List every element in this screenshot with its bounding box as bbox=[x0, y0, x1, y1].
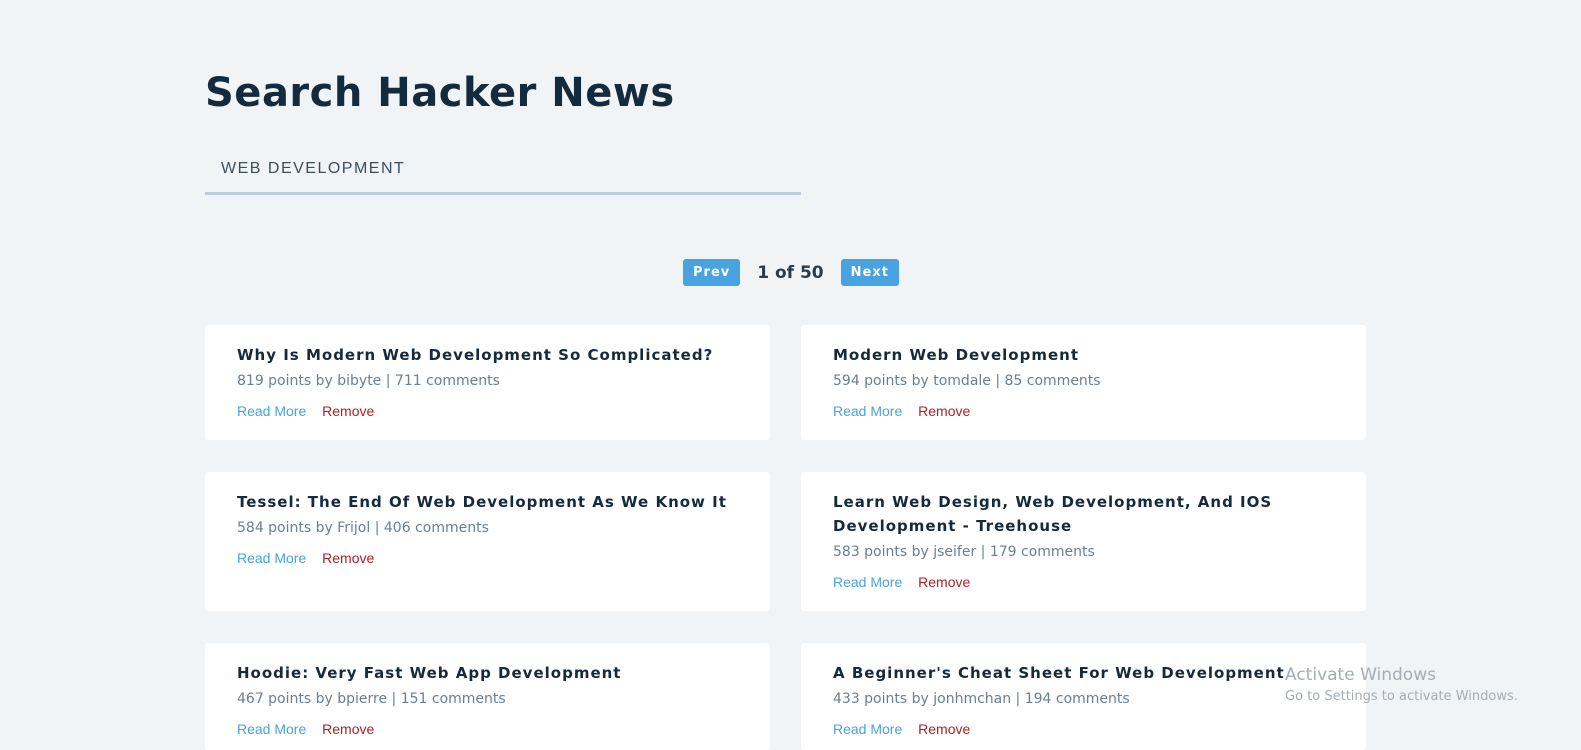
pagination: Prev 1 of 50 Next bbox=[683, 259, 899, 286]
story-title: Hoodie: Very Fast Web App Development bbox=[237, 664, 622, 682]
story-actions: Read More Remove bbox=[237, 550, 738, 566]
story-title: Tessel: The End Of Web Development As We… bbox=[237, 493, 727, 511]
watermark-subtitle: Go to Settings to activate Windows. bbox=[1285, 689, 1518, 704]
prev-button[interactable]: Prev bbox=[683, 259, 741, 286]
watermark-title: Activate Windows bbox=[1285, 665, 1436, 685]
story-meta: 594 points by tomdale | 85 comments bbox=[833, 373, 1101, 389]
story-meta: 584 points by Frijol | 406 comments bbox=[237, 520, 489, 536]
remove-button[interactable]: Remove bbox=[918, 721, 970, 737]
story-title: Learn Web Design, Web Development, And I… bbox=[833, 493, 1273, 535]
read-more-link[interactable]: Read More bbox=[833, 574, 902, 590]
remove-button[interactable]: Remove bbox=[918, 574, 970, 590]
story-title: A Beginner's Cheat Sheet For Web Develop… bbox=[833, 664, 1285, 682]
remove-button[interactable]: Remove bbox=[918, 403, 970, 419]
story-title: Modern Web Development bbox=[833, 346, 1079, 364]
story-meta: 433 points by jonhmchan | 194 comments bbox=[833, 691, 1130, 707]
story-actions: Read More Remove bbox=[833, 574, 1334, 590]
story-meta: 583 points by jseifer | 179 comments bbox=[833, 544, 1095, 560]
remove-button[interactable]: Remove bbox=[322, 721, 374, 737]
story-card: A Beginner's Cheat Sheet For Web Develop… bbox=[801, 643, 1366, 750]
story-card: Modern Web Development 594 points by tom… bbox=[801, 325, 1366, 440]
app-root: Search Hacker News Prev 1 of 50 Next Why… bbox=[0, 0, 1581, 750]
story-meta: 467 points by bpierre | 151 comments bbox=[237, 691, 506, 707]
next-button[interactable]: Next bbox=[840, 259, 899, 286]
story-actions: Read More Remove bbox=[833, 721, 1334, 737]
story-meta: 819 points by bibyte | 711 comments bbox=[237, 373, 500, 389]
read-more-link[interactable]: Read More bbox=[833, 721, 902, 737]
read-more-link[interactable]: Read More bbox=[237, 403, 306, 419]
story-title: Why Is Modern Web Development So Complic… bbox=[237, 346, 714, 364]
story-card: Tessel: The End Of Web Development As We… bbox=[205, 472, 770, 611]
story-actions: Read More Remove bbox=[237, 721, 738, 737]
story-actions: Read More Remove bbox=[833, 403, 1334, 419]
page-title: Search Hacker News bbox=[205, 70, 675, 116]
story-actions: Read More Remove bbox=[237, 403, 738, 419]
search-box bbox=[205, 145, 801, 195]
page-indicator: 1 of 50 bbox=[757, 262, 824, 283]
read-more-link[interactable]: Read More bbox=[237, 550, 306, 566]
search-input[interactable] bbox=[205, 145, 801, 192]
remove-button[interactable]: Remove bbox=[322, 403, 374, 419]
read-more-link[interactable]: Read More bbox=[833, 403, 902, 419]
story-card: Learn Web Design, Web Development, And I… bbox=[801, 472, 1366, 611]
story-card: Hoodie: Very Fast Web App Development 46… bbox=[205, 643, 770, 750]
remove-button[interactable]: Remove bbox=[322, 550, 374, 566]
activate-windows-watermark: Activate Windows Go to Settings to activ… bbox=[1285, 663, 1518, 707]
story-card: Why Is Modern Web Development So Complic… bbox=[205, 325, 770, 440]
read-more-link[interactable]: Read More bbox=[237, 721, 306, 737]
